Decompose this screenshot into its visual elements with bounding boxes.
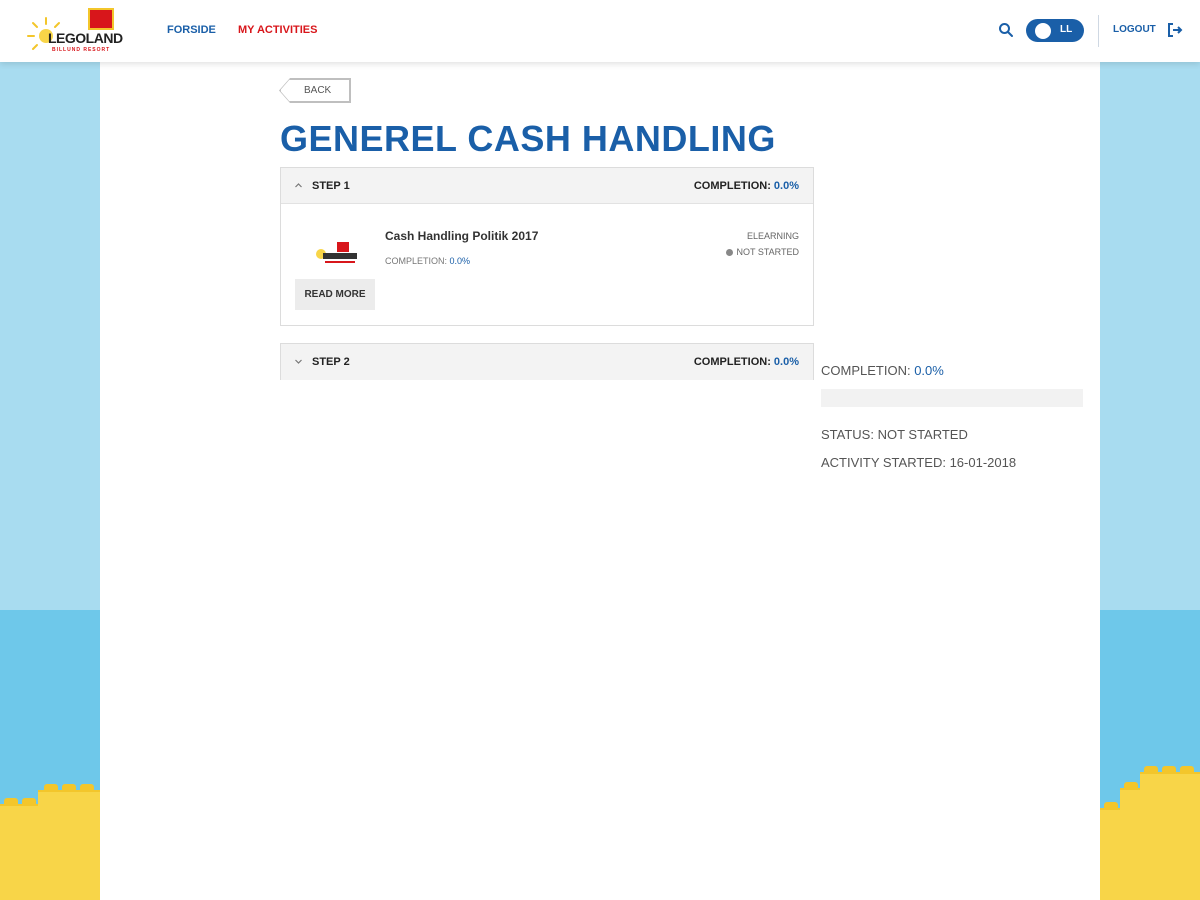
background-right-panel	[1100, 62, 1200, 900]
decorative-brick	[0, 804, 100, 900]
step-completion-value: 0.0%	[773, 180, 799, 192]
legoland-logo[interactable]: LEGOLAND BILLUND RESORT	[26, 8, 130, 56]
logo-subtext: BILLUND RESORT	[52, 47, 111, 53]
chevron-down-icon	[295, 359, 302, 364]
step-title: STEP 1	[312, 180, 350, 192]
decorative-stud	[4, 798, 18, 804]
summary-completion-label: COMPLETION:	[821, 363, 911, 378]
step-header[interactable]: STEP 1 COMPLETION: 0.0%	[281, 168, 813, 204]
decorative-stud	[1124, 782, 1138, 788]
logout-icon[interactable]	[1167, 23, 1183, 37]
step-completion: COMPLETION: 0.0%	[694, 356, 799, 368]
summary-status: STATUS: NOT STARTED	[821, 427, 968, 442]
background-left-panel	[0, 62, 100, 900]
step-completion: COMPLETION: 0.0%	[694, 180, 799, 192]
nav-forside[interactable]: FORSIDE	[167, 24, 216, 36]
decorative-brick	[38, 790, 100, 810]
activity-status: NOT STARTED	[726, 247, 799, 257]
activity-status-text: NOT STARTED	[736, 247, 799, 257]
logo-text: LEGOLAND	[48, 30, 123, 46]
toggle-knob	[1035, 23, 1051, 39]
decorative-stud	[1144, 766, 1158, 772]
decorative-stud	[1180, 766, 1194, 772]
decorative-stud	[44, 784, 58, 790]
decorative-stud	[22, 798, 36, 804]
chevron-up-icon	[295, 183, 302, 188]
logo-brick-icon	[88, 8, 114, 30]
activity-completion-label: COMPLETION:	[385, 256, 448, 266]
step-panel: STEP 2 COMPLETION: 0.0%	[280, 343, 814, 380]
decorative-brick	[1140, 772, 1200, 792]
search-icon[interactable]	[998, 22, 1014, 38]
read-more-button[interactable]: READ MORE	[295, 279, 375, 310]
logout-link[interactable]: LOGOUT	[1113, 24, 1156, 35]
step-title: STEP 2	[312, 356, 350, 368]
decorative-stud	[1162, 766, 1176, 772]
user-initials: LL	[1060, 24, 1073, 35]
summary-completion: COMPLETION: 0.0%	[821, 363, 944, 378]
nav-my-activities[interactable]: MY ACTIVITIES	[238, 24, 317, 36]
decorative-stud	[62, 784, 76, 790]
activity-type: ELEARNING	[746, 231, 799, 241]
summary-completion-value: 0.0%	[914, 363, 944, 378]
step-completion-value: 0.0%	[773, 356, 799, 368]
decorative-stud	[80, 784, 94, 790]
step-completion-label: COMPLETION:	[693, 356, 771, 368]
step-panel: STEP 1 COMPLETION: 0.0% READ MORE Cash H…	[280, 167, 814, 326]
summary-started-date: ACTIVITY STARTED: 16-01-2018	[821, 455, 1017, 470]
step-completion-label: COMPLETION:	[693, 180, 771, 192]
header-divider	[1098, 15, 1099, 47]
user-toggle[interactable]: LL	[1026, 19, 1084, 42]
activity-completion-value: 0.0%	[449, 256, 471, 266]
top-header: LEGOLAND BILLUND RESORT FORSIDE MY ACTIV…	[0, 0, 1200, 62]
decorative-brick	[1100, 808, 1200, 900]
decorative-stud	[1104, 802, 1118, 808]
activity-thumbnail[interactable]	[311, 240, 361, 266]
status-dot-icon	[726, 249, 734, 256]
back-button[interactable]	[280, 79, 350, 102]
progress-bar	[821, 389, 1083, 407]
page-title: GENEREL CASH HANDLING	[280, 118, 776, 159]
activity-completion: COMPLETION: 0.0%	[385, 256, 470, 266]
step-header[interactable]: STEP 2 COMPLETION: 0.0%	[281, 344, 813, 380]
activity-title[interactable]: Cash Handling Politik 2017	[385, 229, 538, 243]
